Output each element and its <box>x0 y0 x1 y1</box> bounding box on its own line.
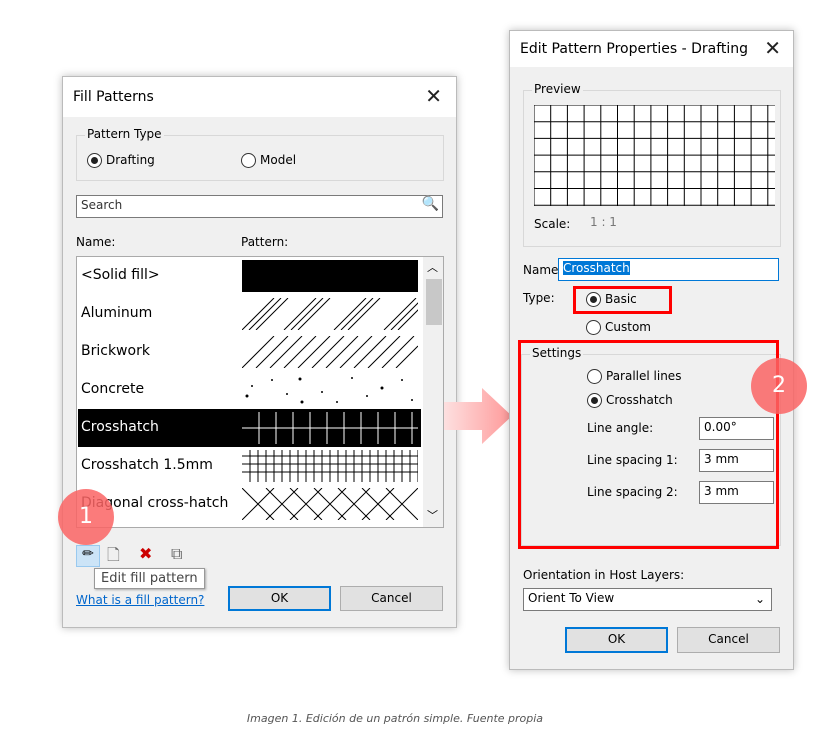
list-item[interactable]: <Solid fill> <box>78 257 421 295</box>
item-name: Concrete <box>81 381 145 397</box>
caption: Imagen 1. Edición de un patrón simple. F… <box>246 712 544 725</box>
name-label: Name: <box>523 263 563 277</box>
new-pattern-icon[interactable]: 🗋 <box>107 544 120 571</box>
type-label: Type: <box>523 291 555 305</box>
cancel-button[interactable]: Cancel <box>340 586 443 611</box>
item-name: Crosshatch 1.5mm <box>81 457 213 473</box>
name-value: Crosshatch <box>563 261 630 275</box>
name-input[interactable]: Crosshatch <box>558 258 779 281</box>
pattern-list: <Solid fill> Aluminum Brickwork Concrete… <box>76 256 444 528</box>
list-item-selected[interactable]: Crosshatch <box>78 409 421 447</box>
dialog-title: Edit Pattern Properties - Drafting <box>520 41 749 57</box>
drafting-radio[interactable]: Drafting <box>87 153 155 168</box>
scale-label: Scale: <box>534 217 571 231</box>
highlight-box-type <box>573 286 672 314</box>
highlight-box-settings <box>518 340 779 549</box>
list-item[interactable]: Aluminum <box>78 295 421 333</box>
dialog-title: Fill Patterns <box>73 89 154 105</box>
list-item[interactable]: Diagonal cross-hatch <box>78 485 421 523</box>
scrollbar[interactable]: ︿ ﹀ <box>423 257 443 527</box>
pattern-header: Pattern: <box>241 235 289 249</box>
duplicate-pattern-icon[interactable]: ⧉ <box>171 544 182 564</box>
search-input[interactable]: Search 🔍 <box>76 195 443 218</box>
scale-value: 1 : 1 <box>590 215 617 229</box>
ok-button[interactable]: OK <box>228 586 331 611</box>
item-name: <Solid fill> <box>81 267 160 283</box>
group-label: Preview <box>532 82 583 96</box>
scroll-up-icon[interactable]: ︿ <box>427 259 438 275</box>
close-icon[interactable]: ✕ <box>425 84 442 108</box>
chevron-down-icon: ⌄ <box>754 592 765 606</box>
pattern-preview <box>534 105 775 206</box>
orientation-label: Orientation in Host Layers: <box>523 568 685 582</box>
preview-group: Preview Scale: 1 : 1 <box>523 82 781 247</box>
list-item[interactable]: Concrete <box>78 371 421 409</box>
select-value: Orient To View <box>528 591 615 605</box>
name-header: Name: <box>76 235 116 249</box>
delete-pattern-icon[interactable]: ✖ <box>139 544 152 563</box>
edit-pencil-icon[interactable]: ✏ <box>76 545 100 567</box>
group-label: Pattern Type <box>85 127 164 141</box>
ok-button[interactable]: OK <box>565 627 668 653</box>
custom-radio[interactable]: Custom <box>586 320 651 335</box>
list-item[interactable]: Brickwork <box>78 333 421 371</box>
search-placeholder: Search <box>81 198 123 212</box>
title-bar: Edit Pattern Properties - Drafting ✕ <box>510 31 793 67</box>
list-item[interactable]: Crosshatch 1.5mm <box>78 447 421 485</box>
orientation-select[interactable]: Orient To View ⌄ <box>523 588 772 611</box>
pattern-type-group: Pattern Type Drafting Model <box>76 127 444 181</box>
search-icon[interactable]: 🔍 <box>422 196 439 212</box>
cancel-button[interactable]: Cancel <box>677 627 780 653</box>
step-badge-2: 2 <box>751 358 807 414</box>
fill-patterns-dialog: Fill Patterns ✕ Pattern Type Drafting Mo… <box>62 76 457 628</box>
close-icon[interactable]: ✕ <box>764 36 781 60</box>
item-name: Crosshatch <box>81 419 159 435</box>
radio-label: Drafting <box>106 153 155 167</box>
title-bar: Fill Patterns ✕ <box>63 77 456 117</box>
scroll-thumb[interactable] <box>426 279 442 325</box>
help-link[interactable]: What is a fill pattern? <box>76 593 204 607</box>
arrow-icon <box>444 388 512 444</box>
item-name: Aluminum <box>81 305 153 321</box>
radio-label: Model <box>260 153 297 167</box>
tooltip: Edit fill pattern <box>94 568 205 589</box>
step-badge-1: 1 <box>58 489 114 545</box>
scroll-down-icon[interactable]: ﹀ <box>427 507 438 523</box>
model-radio[interactable]: Model <box>241 153 296 168</box>
radio-label: Custom <box>605 320 651 334</box>
item-name: Brickwork <box>81 343 150 359</box>
